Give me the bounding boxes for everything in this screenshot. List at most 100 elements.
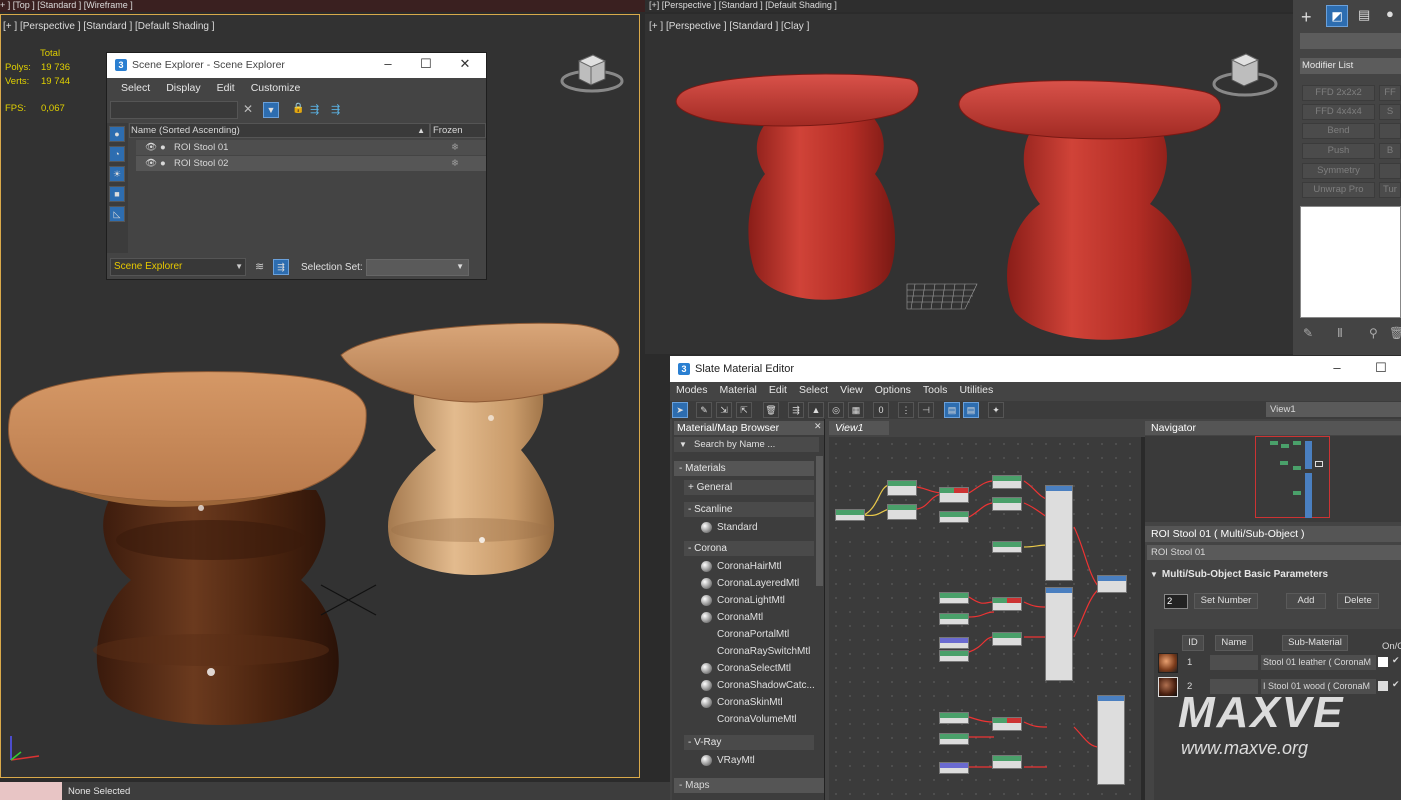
hide-unused-icon[interactable]: ▲ — [808, 402, 824, 418]
scene-explorer-titlebar[interactable]: 3 Scene Explorer - Scene Explorer – ☐ ✕ — [107, 53, 486, 78]
modifier-list-dropdown[interactable]: Modifier List — [1300, 58, 1401, 74]
material-item[interactable]: CoronaMtl — [698, 610, 816, 625]
minimize-button[interactable]: – — [373, 56, 403, 71]
material-id-icon[interactable]: 0 — [873, 402, 889, 418]
color-swatch[interactable] — [1378, 657, 1388, 667]
submaterial-row[interactable]: 1 Stool 01 leather ( CoronaM ✔ — [1154, 651, 1401, 675]
filter-icon[interactable]: ▼ — [263, 102, 279, 118]
navigator-view[interactable] — [1145, 436, 1401, 522]
modifier-button-ffd2[interactable]: FFD 2x2x2 — [1302, 85, 1375, 101]
modifier-button-push[interactable]: Push — [1302, 143, 1375, 159]
show-map-icon[interactable]: ◎ — [828, 402, 844, 418]
render-dot-icon[interactable]: ● — [160, 140, 166, 155]
map-node[interactable] — [939, 712, 969, 724]
right-viewport[interactable]: [+ ] [Perspective ] [Standard ] [Clay ] — [645, 14, 1293, 354]
select-tool-icon[interactable]: ➤ — [672, 402, 688, 418]
create-tab-icon[interactable]: + — [1301, 7, 1312, 28]
modifier-button-right-0[interactable]: FF — [1379, 85, 1401, 101]
map-node[interactable] — [992, 497, 1022, 511]
motion-tab-icon[interactable]: ● — [1386, 6, 1394, 21]
column-header-name[interactable]: Name (Sorted Ascending) ▲ — [129, 123, 430, 138]
layers-icon[interactable]: ≋ — [255, 260, 264, 273]
material-node[interactable] — [1097, 695, 1125, 785]
map-node[interactable] — [992, 717, 1022, 731]
map-node[interactable] — [835, 509, 865, 521]
material-item[interactable]: CoronaRaySwitchMtl — [698, 644, 816, 659]
select-by-material-icon[interactable]: ✦ — [988, 402, 1004, 418]
map-node[interactable] — [992, 541, 1022, 553]
set-number-button[interactable]: Set Number — [1194, 593, 1258, 609]
delete-button[interactable]: Delete — [1337, 593, 1379, 609]
maps-header[interactable]: - Maps — [674, 778, 824, 793]
stool-dark-wood[interactable] — [1, 350, 381, 740]
map-node[interactable] — [992, 632, 1022, 646]
selection-set-dropdown[interactable]: ▼ — [366, 259, 469, 276]
material-item[interactable]: CoronaSkinMtl — [698, 695, 816, 710]
maximize-button[interactable]: ☐ — [1366, 360, 1396, 376]
node-view-canvas[interactable] — [829, 437, 1141, 800]
map-node[interactable] — [992, 597, 1022, 611]
menu-edit[interactable]: Edit — [209, 82, 243, 94]
menu-display[interactable]: Display — [158, 82, 208, 94]
column-id-button[interactable]: ID — [1182, 635, 1204, 651]
color-swatch[interactable] — [1378, 681, 1388, 691]
map-node[interactable] — [992, 475, 1022, 489]
modifier-button-bend[interactable]: Bend — [1302, 123, 1375, 139]
maxscript-listener[interactable] — [0, 782, 62, 800]
geometry-filter-icon[interactable]: ● — [109, 126, 125, 142]
parameter-editor-icon[interactable]: ▤ — [963, 402, 979, 418]
browser-scrollbar[interactable] — [816, 456, 823, 586]
table-row[interactable]: 👁 ● ROI Stool 01 ❄ — [136, 140, 486, 155]
pick-material-icon[interactable]: ✎ — [696, 402, 712, 418]
lock-icon[interactable]: 🔒 — [292, 103, 304, 114]
top-viewport-label[interactable]: + ] [Top ] [Standard ] [Wireframe ] — [0, 0, 133, 10]
scanline-header[interactable]: - Scanline — [684, 502, 814, 517]
submaterial-button[interactable]: Stool 01 leather ( CoronaM — [1261, 655, 1376, 670]
layout-all-icon[interactable]: ⋮ — [898, 402, 914, 418]
material-item[interactable]: Standard — [698, 520, 816, 535]
material-item[interactable]: CoronaVolumeMtl — [698, 712, 816, 727]
layout-children-icon[interactable]: ⊣ — [918, 402, 934, 418]
slate-titlebar[interactable]: 3 Slate Material Editor – ☐ — [670, 356, 1401, 382]
modifier-button-ffd4[interactable]: FFD 4x4x4 — [1302, 104, 1375, 120]
explorer-dropdown[interactable]: Scene Explorer ▼ — [110, 258, 246, 276]
clear-search-icon[interactable]: ✕ — [243, 102, 253, 116]
modifier-button-right-5[interactable]: Tur — [1379, 182, 1401, 198]
maximize-button[interactable]: ☐ — [411, 56, 441, 72]
left-viewport-label[interactable]: [+ ] [Perspective ] [Standard ] [Default… — [3, 21, 215, 32]
material-item[interactable]: CoronaSelectMtl — [698, 661, 816, 676]
hierarchy-mode-icon[interactable]: ⇶ — [273, 259, 289, 275]
column-name-button[interactable]: Name — [1215, 635, 1253, 651]
modify-tab-icon[interactable]: ◩ — [1326, 5, 1348, 27]
corona-header[interactable]: - Corona — [684, 541, 814, 556]
enable-checkbox[interactable]: ✔ — [1392, 679, 1400, 690]
menu-select[interactable]: Select — [113, 82, 158, 94]
map-node[interactable] — [939, 511, 969, 523]
viewcube-icon[interactable] — [559, 45, 625, 95]
hierarchy-collapse-icon[interactable]: ⇶ — [331, 103, 340, 116]
minimize-button[interactable]: – — [1322, 360, 1352, 375]
top-right-viewport-label[interactable]: [+] [Perspective ] [Standard ] [Default … — [649, 0, 837, 10]
add-button[interactable]: Add — [1286, 593, 1326, 609]
put-to-scene-icon[interactable]: ⇲ — [716, 402, 732, 418]
menu-material[interactable]: Material — [714, 384, 763, 396]
material-node[interactable] — [1045, 587, 1073, 681]
map-node[interactable] — [939, 637, 969, 649]
submaterial-name-field[interactable] — [1210, 655, 1258, 670]
view-dropdown[interactable]: View1 — [1266, 402, 1401, 417]
browser-search-input[interactable]: ▼ Search by Name ... — [674, 437, 819, 452]
map-node[interactable] — [992, 755, 1022, 769]
scene-search-input[interactable] — [110, 101, 238, 119]
menu-modes[interactable]: Modes — [670, 384, 714, 396]
frozen-snowflake-icon[interactable]: ❄ — [451, 140, 459, 155]
map-node[interactable] — [939, 650, 969, 662]
column-submaterial-button[interactable]: Sub-Material — [1282, 635, 1348, 651]
map-node[interactable] — [939, 762, 969, 774]
material-item[interactable]: CoronaShadowCatc... — [698, 678, 816, 693]
show-end-result-icon[interactable]: Ⅱ — [1337, 326, 1343, 340]
node-view-tab[interactable]: View1 — [829, 421, 889, 435]
map-node[interactable] — [939, 592, 969, 604]
visibility-eye-icon[interactable]: 👁 — [145, 140, 157, 155]
menu-utilities[interactable]: Utilities — [953, 384, 999, 396]
remove-modifier-icon[interactable]: 🗑 — [1389, 326, 1401, 340]
